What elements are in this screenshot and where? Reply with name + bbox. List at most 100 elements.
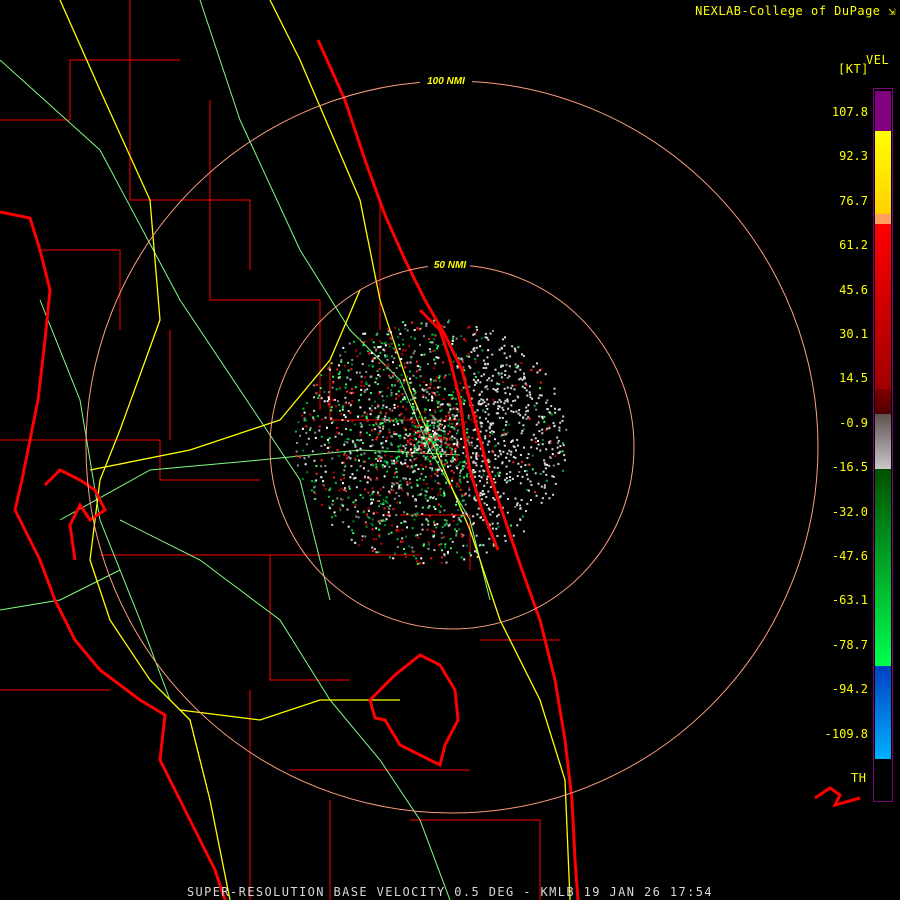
echo-pixel [516, 438, 519, 441]
echo-pixel [327, 403, 330, 406]
echo-pixel [442, 472, 445, 475]
echo-pixel [458, 528, 461, 531]
echo-pixel [528, 385, 531, 388]
echo-pixel [435, 356, 438, 359]
echo-pixel [336, 497, 339, 500]
echo-pixel [514, 384, 517, 387]
echo-pixel [373, 400, 376, 403]
echo-pixel [391, 485, 393, 488]
echo-pixel [394, 472, 396, 475]
echo-pixel [443, 509, 446, 512]
echo-pixel [561, 419, 564, 422]
echo-pixel [419, 375, 422, 378]
echo-pixel [439, 451, 442, 454]
echo-pixel [459, 471, 462, 474]
echo-pixel [524, 413, 527, 416]
echo-pixel [494, 481, 497, 484]
echo-pixel [404, 462, 407, 465]
echo-pixel [310, 489, 313, 492]
highways [59, 0, 571, 900]
echo-pixel [326, 400, 329, 403]
echo-pixel [360, 381, 363, 384]
echo-pixel [488, 537, 491, 540]
echo-pixel [472, 452, 475, 455]
echo-pixel [378, 457, 381, 460]
echo-pixel [427, 487, 430, 490]
echo-pixel [435, 379, 437, 382]
echo-pixel [315, 384, 318, 386]
echo-pixel [525, 406, 528, 409]
echo-pixel [362, 460, 365, 463]
echo-pixel [455, 432, 458, 435]
echo-pixel [306, 401, 309, 404]
echo-pixel [386, 514, 389, 517]
echo-pixel [480, 425, 483, 428]
echo-pixel [476, 438, 479, 441]
echo-pixel [486, 504, 488, 506]
echo-pixel [467, 436, 470, 439]
echo-pixel [428, 449, 431, 451]
echo-pixel [511, 477, 514, 480]
echo-pixel [507, 498, 509, 500]
echo-pixel [386, 463, 389, 466]
echo-pixel [519, 482, 522, 485]
echo-pixel [376, 370, 379, 372]
echo-pixel [502, 364, 504, 367]
echo-pixel [550, 441, 553, 444]
echo-pixel [549, 456, 551, 459]
echo-pixel [413, 449, 416, 452]
echo-pixel [462, 386, 465, 389]
echo-pixel [382, 348, 385, 351]
echo-pixel [411, 546, 414, 549]
echo-pixel [383, 475, 386, 478]
echo-pixel [334, 405, 337, 408]
radar-map[interactable]: 100 NMI 50 NMI [0, 0, 900, 900]
echo-pixel [475, 339, 478, 342]
echo-pixel [502, 450, 505, 453]
echo-pixel [393, 475, 395, 478]
echo-pixel [385, 367, 388, 370]
echo-pixel [480, 498, 483, 501]
echo-pixel [394, 348, 397, 351]
echo-pixel [358, 371, 361, 374]
echo-pixel [454, 397, 457, 400]
echo-pixel [514, 505, 517, 508]
echo-pixel [399, 540, 402, 543]
echo-pixel [468, 414, 471, 417]
echo-pixel [459, 520, 462, 523]
echo-pixel [403, 511, 406, 514]
echo-pixel [441, 408, 443, 411]
echo-pixel [400, 522, 403, 524]
echo-pixel [472, 461, 475, 464]
echo-pixel [372, 341, 375, 344]
echo-pixel [422, 396, 425, 399]
echo-pixel [403, 436, 406, 439]
echo-pixel [399, 444, 402, 447]
echo-pixel [420, 448, 422, 451]
echo-pixel [351, 529, 353, 532]
echo-pixel [370, 338, 373, 341]
echo-pixel [503, 440, 506, 442]
echo-pixel [484, 435, 487, 438]
echo-pixel [445, 481, 448, 484]
echo-pixel [546, 463, 549, 466]
echo-pixel [497, 442, 500, 445]
county-border [0, 439, 260, 481]
echo-pixel [409, 428, 412, 430]
echo-pixel [317, 415, 319, 418]
echo-pixel [367, 476, 370, 479]
echo-pixel [411, 424, 414, 427]
echo-pixel [544, 463, 547, 466]
echo-pixel [434, 362, 437, 365]
echo-pixel [559, 421, 562, 424]
echo-pixel [441, 448, 444, 451]
echo-pixel [447, 321, 450, 324]
echo-pixel [377, 491, 379, 494]
echo-pixel [396, 482, 399, 485]
echo-pixel [395, 530, 398, 533]
echo-pixel [398, 414, 401, 417]
echo-pixel [443, 326, 446, 328]
echo-pixel [522, 416, 525, 419]
colorbar-segment [875, 131, 891, 214]
echo-pixel [347, 410, 350, 412]
